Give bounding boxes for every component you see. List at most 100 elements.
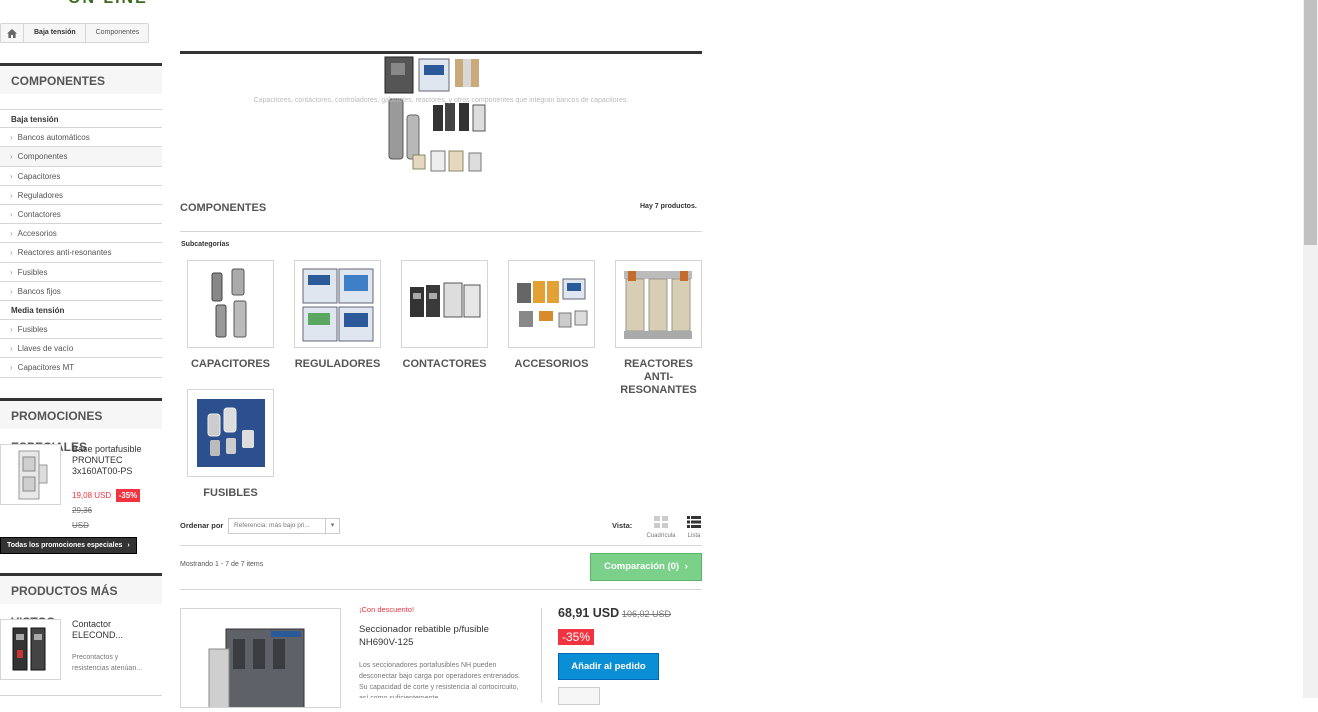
chevron-right-icon: › bbox=[10, 133, 13, 143]
category-label: Accesorios bbox=[17, 229, 57, 239]
view-grid-label: Cuadrícula bbox=[646, 533, 676, 539]
subcategory-accesorios-name[interactable]: ACCESORIOS bbox=[501, 358, 602, 371]
category-item-accesorios[interactable]: › Accesorios bbox=[0, 224, 162, 244]
category-label: Componentes bbox=[17, 152, 68, 162]
breadcrumb-componentes: Componentes bbox=[95, 29, 140, 36]
subcategory-capacitores-image[interactable] bbox=[187, 260, 274, 348]
category-label: Reguladores bbox=[17, 190, 64, 200]
promo-block-title: PROMOCIONES ESPECIALES bbox=[0, 398, 162, 454]
chevron-right-icon: › bbox=[10, 229, 13, 239]
chevron-right-icon: › bbox=[127, 542, 130, 549]
chevron-right-icon: › bbox=[10, 248, 13, 258]
category-item-capacitores-mt[interactable]: › Capacitores MT bbox=[0, 358, 162, 378]
subcategory-fusibles-image[interactable] bbox=[187, 389, 274, 477]
subcategories-label: Subcategorías bbox=[181, 241, 230, 248]
subcategory-name-line: REACTORES bbox=[624, 358, 693, 370]
category-item-llaves-de-vacio[interactable]: › Llaves de vacío bbox=[0, 339, 162, 359]
site-logo[interactable]: ON-LINE bbox=[68, 0, 148, 8]
add-to-cart-button[interactable]: Añadir al pedido bbox=[558, 653, 659, 680]
category-item-fusibles[interactable]: › Fusibles bbox=[0, 263, 162, 282]
category-item-bancos-automaticos[interactable]: › Bancos automáticos bbox=[0, 128, 162, 148]
subcategory-reguladores-name[interactable]: REGULADORES bbox=[287, 358, 388, 371]
chevron-right-icon: › bbox=[10, 171, 13, 181]
chevron-right-icon: › bbox=[10, 190, 13, 200]
compare-button-label: Comparación (0) bbox=[604, 561, 680, 572]
subcategory-name-line: CAPACITORES bbox=[190, 358, 271, 370]
subcategory-reactores-name[interactable]: REACTORES ANTI-RESONANTES bbox=[608, 358, 709, 397]
chevron-right-icon: › bbox=[10, 363, 13, 373]
promo-old-price: 29,36 bbox=[72, 506, 93, 515]
chevron-right-icon: › bbox=[10, 209, 13, 219]
subcategory-reguladores-image[interactable] bbox=[294, 260, 381, 348]
promo-old-price-currency: USD bbox=[72, 521, 89, 530]
category-head-baja-tension[interactable]: Baja tensión bbox=[0, 109, 162, 129]
sort-select[interactable]: Referencia: más bajo pri... ▾ bbox=[228, 518, 340, 534]
category-label: Baja tensión bbox=[11, 115, 59, 124]
all-promotions-label: Todas los promociones especiales bbox=[7, 542, 123, 549]
product-discount-badge: -35% bbox=[558, 629, 595, 645]
category-label: Media tensión bbox=[11, 305, 65, 315]
subcategory-contactores-image[interactable] bbox=[401, 260, 488, 348]
subcategory-name-line: FUSIBLES bbox=[203, 487, 258, 499]
chevron-right-icon: › bbox=[10, 267, 13, 277]
viewed-product-name[interactable]: Contactor ELECOND... bbox=[72, 619, 152, 641]
all-promotions-button[interactable]: Todas los promociones especiales › bbox=[0, 537, 137, 554]
category-label: Fusibles bbox=[17, 267, 48, 277]
subcategory-name-line: ACCESORIOS bbox=[514, 358, 589, 370]
view-list-label: Lista bbox=[687, 533, 701, 539]
subcategory-name-line: REGULADORES bbox=[294, 358, 381, 370]
category-item-fusibles-mt[interactable]: › Fusibles bbox=[0, 320, 162, 340]
category-item-contactores[interactable]: › Contactores bbox=[0, 205, 162, 225]
sort-divider bbox=[180, 545, 702, 546]
subcategory-capacitores-name[interactable]: CAPACITORES bbox=[180, 358, 281, 371]
chevron-down-icon: ▾ bbox=[325, 519, 339, 533]
showing-count: Mostrando 1 - 7 de 7 items bbox=[180, 561, 264, 568]
subcategory-name-line: ANTI-RESONANTES bbox=[620, 371, 697, 396]
category-label: Bancos automáticos bbox=[17, 133, 90, 143]
sort-select-value: Referencia: más bajo pri... bbox=[234, 522, 310, 529]
category-label: Capacitores bbox=[17, 171, 61, 181]
category-item-capacitores[interactable]: › Capacitores bbox=[0, 167, 162, 186]
category-label: Bancos fijos bbox=[17, 286, 61, 296]
category-head-media-tension[interactable]: Media tensión bbox=[0, 301, 162, 321]
product-image[interactable] bbox=[180, 608, 341, 710]
chevron-right-icon: › bbox=[10, 152, 13, 162]
subcategory-reactores-image[interactable] bbox=[615, 260, 702, 348]
viewed-product-desc: Precontactos y resistencias atenúan... bbox=[72, 654, 143, 672]
product-name-link[interactable]: Seccionador rebatible p/fusible NH690V-1… bbox=[359, 623, 529, 649]
category-label: Capacitores MT bbox=[17, 363, 75, 373]
view-label: Vista: bbox=[612, 521, 633, 530]
breadcrumb-baja-tension[interactable]: Baja tensión bbox=[24, 24, 86, 42]
category-item-reactores[interactable]: › Reactores anti-resonantes bbox=[0, 243, 162, 263]
subcategory-fusibles-name[interactable]: FUSIBLES bbox=[180, 487, 281, 500]
view-grid-button[interactable]: Cuadrícula bbox=[643, 515, 679, 539]
category-banner-image bbox=[383, 55, 493, 185]
product-price: 68,91 USD bbox=[558, 606, 620, 620]
promo-price: 19,08 USD bbox=[72, 491, 112, 500]
category-heading: COMPONENTES bbox=[180, 202, 267, 214]
most-viewed-block-title: PRODUCTOS MÁS VISTOS bbox=[0, 573, 162, 629]
page-scrollbar-thumb[interactable] bbox=[1304, 0, 1317, 245]
subcategory-contactores-name[interactable]: CONTACTORES bbox=[394, 358, 495, 371]
more-button[interactable] bbox=[558, 687, 600, 705]
promo-product-name[interactable]: Base portafusible PRONUTEC 3x160AT00-PS bbox=[72, 444, 157, 477]
compare-button[interactable]: Comparación (0) › bbox=[590, 553, 702, 581]
list-icon bbox=[687, 516, 701, 528]
category-item-bancos-fijos[interactable]: › Bancos fijos bbox=[0, 282, 162, 301]
chevron-right-icon: › bbox=[10, 286, 13, 296]
product-old-price: 106,02 USD bbox=[622, 609, 672, 619]
view-list-button[interactable]: Lista bbox=[684, 515, 704, 539]
subcategory-accesorios-image[interactable] bbox=[508, 260, 595, 348]
viewed-product-image[interactable] bbox=[0, 619, 61, 680]
category-item-componentes[interactable]: › Componentes bbox=[0, 147, 162, 167]
heading-divider bbox=[180, 231, 702, 232]
product-count: Hay 7 productos. bbox=[640, 203, 697, 210]
category-item-reguladores[interactable]: › Reguladores bbox=[0, 186, 162, 205]
grid-icon bbox=[654, 516, 668, 528]
chevron-right-icon: › bbox=[10, 344, 13, 354]
promo-product-image[interactable] bbox=[0, 444, 61, 505]
category-label: Fusibles bbox=[17, 325, 48, 335]
promo-discount-badge: -35% bbox=[115, 489, 141, 502]
product-description: Los seccionadores portafusibles NH puede… bbox=[359, 662, 521, 698]
home-icon[interactable] bbox=[1, 24, 24, 42]
